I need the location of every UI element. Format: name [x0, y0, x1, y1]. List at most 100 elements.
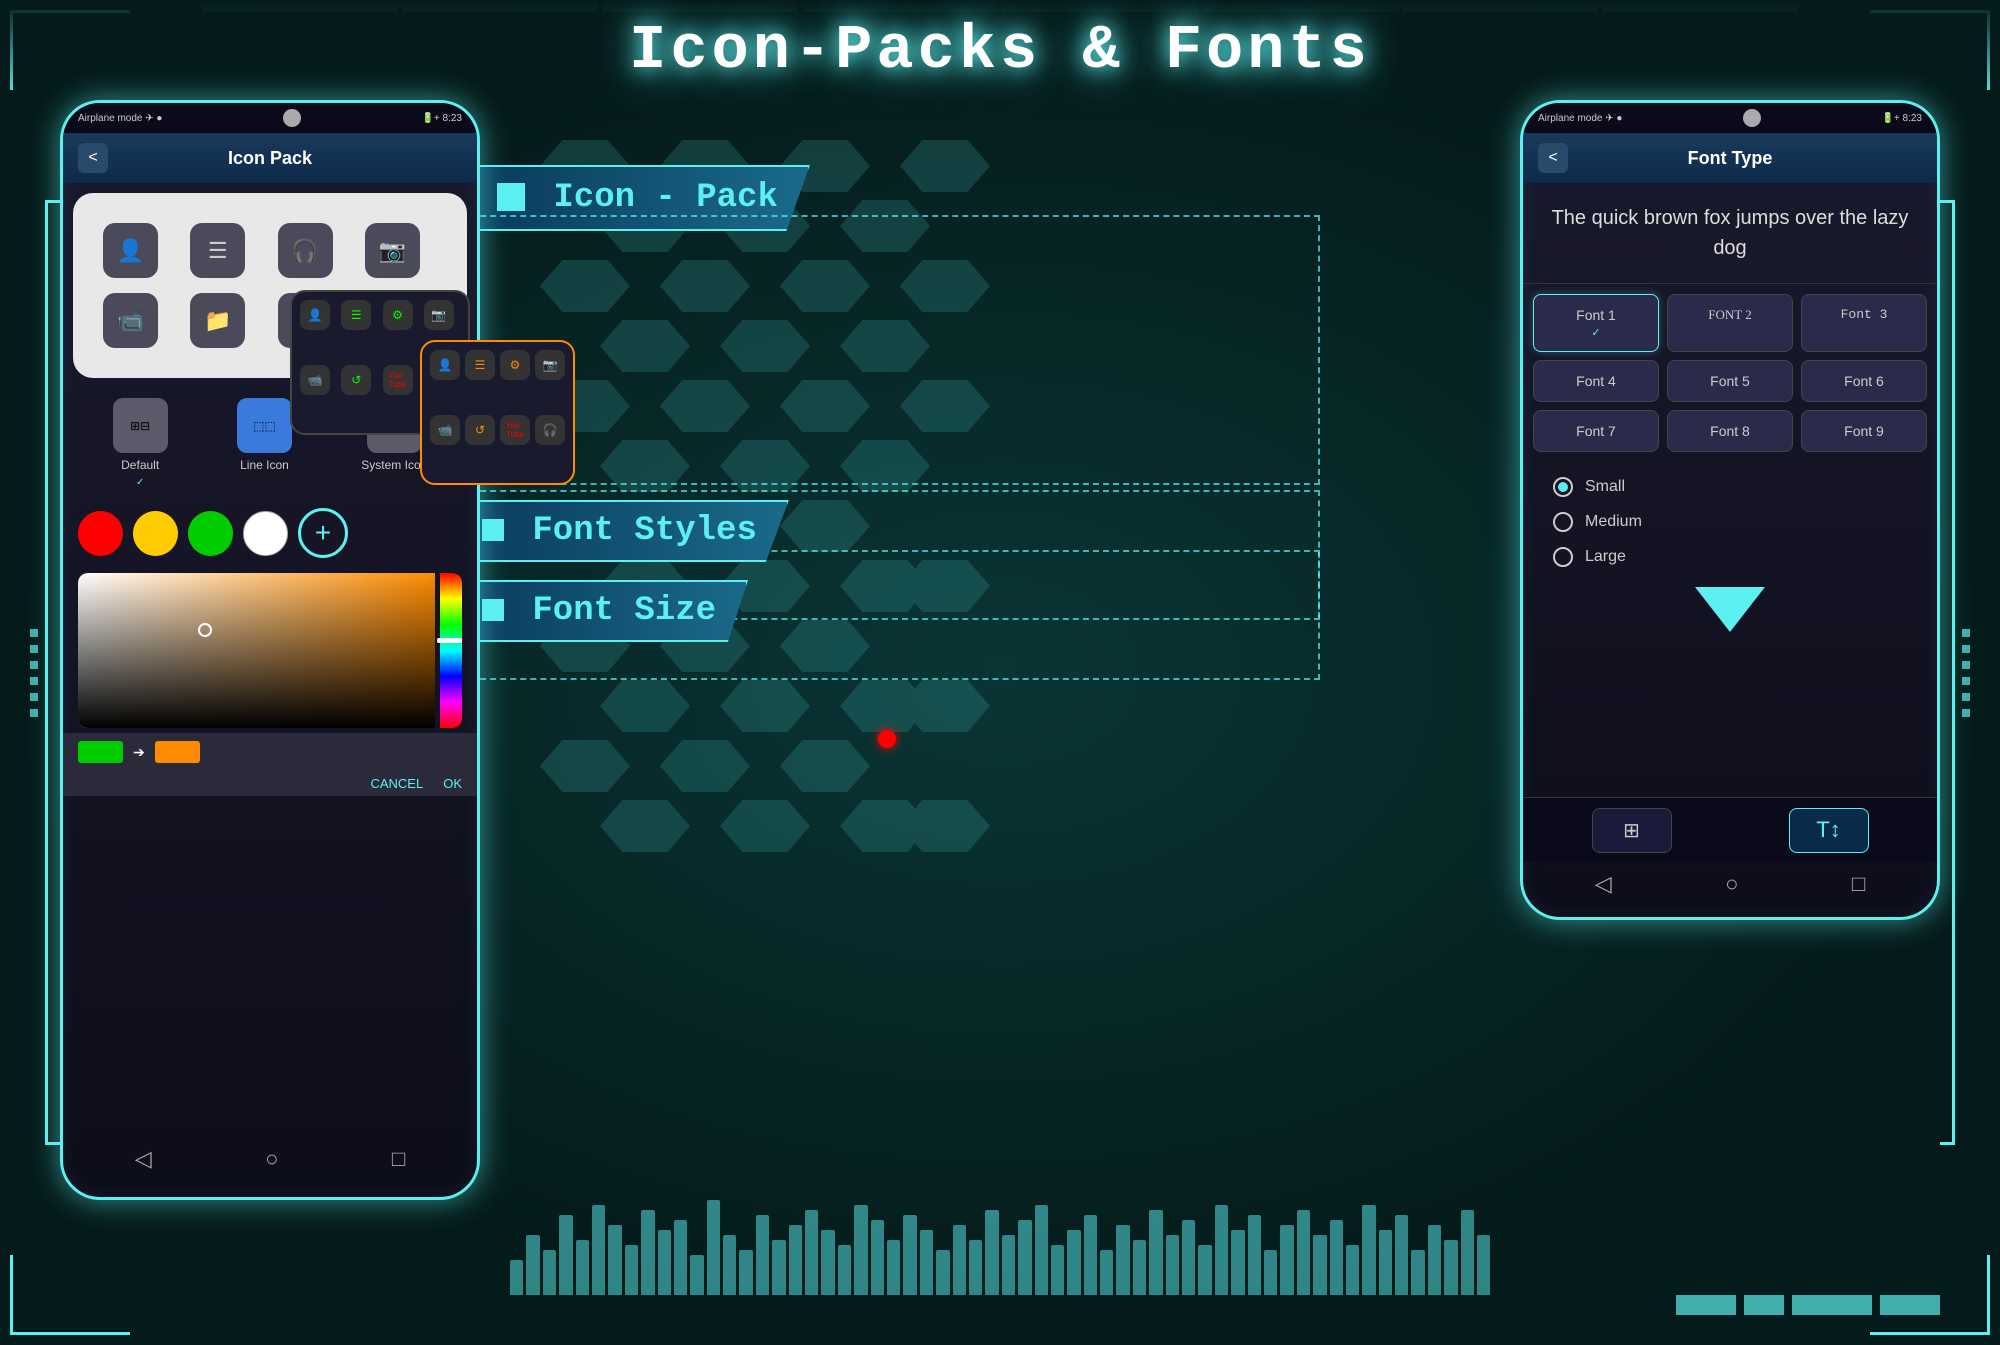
eq-bar — [985, 1210, 998, 1295]
icon-headphone[interactable]: 🎧 — [278, 223, 333, 278]
eq-bar — [1084, 1215, 1097, 1295]
eq-bar — [1116, 1225, 1129, 1295]
nav-recent[interactable]: □ — [392, 1146, 405, 1172]
color-from-to-row: ➔ — [63, 733, 477, 771]
eq-bar — [641, 1210, 654, 1295]
eq-bar — [789, 1225, 802, 1295]
nav-home[interactable]: ○ — [265, 1146, 278, 1172]
font-item-3[interactable]: Font 3 — [1801, 294, 1927, 352]
side-bracket-right — [1940, 200, 1955, 1145]
ok-button[interactable]: OK — [443, 776, 462, 791]
color-to — [155, 741, 200, 763]
color-white[interactable] — [243, 511, 288, 556]
default-label: Default — [121, 458, 159, 472]
eq-bar — [805, 1210, 818, 1295]
color-yellow[interactable] — [133, 511, 178, 556]
eq-bar — [739, 1250, 752, 1295]
bottom-deco-rect — [1744, 1295, 1784, 1315]
nav-back[interactable]: ◁ — [135, 1146, 152, 1172]
size-large[interactable]: Large — [1553, 547, 1907, 567]
color-red[interactable] — [78, 511, 123, 556]
font-item-7[interactable]: Font 7 — [1533, 410, 1659, 452]
system-icon-label: System Icon — [361, 458, 427, 472]
left-header-title: Icon Pack — [118, 148, 422, 169]
eq-bar — [625, 1245, 638, 1295]
font-item-2[interactable]: FONT 2 — [1667, 294, 1793, 352]
right-nav-recent[interactable]: □ — [1852, 871, 1865, 897]
eq-bar — [1166, 1235, 1179, 1295]
eq-bar — [1133, 1240, 1146, 1295]
picker-actions: CANCEL OK — [63, 771, 477, 796]
size-small-label: Small — [1585, 478, 1625, 496]
ov-icon-6: ↺ — [341, 365, 371, 395]
line-icon-label: Line Icon — [240, 458, 289, 472]
bottom-deco-rect — [1676, 1295, 1736, 1315]
right-back-button[interactable]: < — [1538, 143, 1568, 173]
ov-orange-1: 👤 — [430, 350, 460, 380]
eq-bar — [1395, 1215, 1408, 1295]
add-color-button[interactable]: + — [298, 508, 348, 558]
right-nav-back[interactable]: ◁ — [1595, 871, 1612, 897]
eq-bar — [592, 1205, 605, 1295]
left-back-button[interactable]: < — [78, 143, 108, 173]
eq-bar — [1100, 1250, 1113, 1295]
color-from — [78, 741, 123, 763]
font-toolbar-icon: T↕ — [1816, 817, 1840, 843]
ov-orange-3: ⚙ — [500, 350, 530, 380]
color-gradient-canvas[interactable] — [78, 573, 435, 728]
cancel-button[interactable]: CANCEL — [370, 776, 423, 791]
font-size-radio-group: Small Medium Large — [1523, 462, 1937, 582]
eq-bar — [1330, 1220, 1343, 1295]
icon-video[interactable]: 📹 — [103, 293, 158, 348]
size-small[interactable]: Small — [1553, 477, 1907, 497]
font-item-8[interactable]: Font 8 — [1667, 410, 1793, 452]
size-medium[interactable]: Medium — [1553, 512, 1907, 532]
eq-bar — [1379, 1230, 1392, 1295]
arrow-icon: ➔ — [133, 744, 145, 761]
radio-small — [1553, 477, 1573, 497]
eq-bar — [1149, 1210, 1162, 1295]
eq-bar — [772, 1240, 785, 1295]
icon-pack-toolbar-btn[interactable]: ⊞ — [1592, 808, 1672, 853]
font-item-6[interactable]: Font 6 — [1801, 360, 1927, 402]
eq-bar — [1231, 1230, 1244, 1295]
side-bracket-left — [45, 200, 60, 1145]
eq-bar — [1051, 1245, 1064, 1295]
size-medium-label: Medium — [1585, 513, 1642, 531]
ov-icon-5: 📹 — [300, 365, 330, 395]
eq-bar — [871, 1220, 884, 1295]
ov-orange-8: 🎧 — [535, 415, 565, 445]
color-green[interactable] — [188, 511, 233, 556]
font-item-9[interactable]: Font 9 — [1801, 410, 1927, 452]
eq-bar — [1198, 1245, 1211, 1295]
bottom-deco-rect — [1880, 1295, 1940, 1315]
ov-orange-6: ↺ — [465, 415, 495, 445]
size-indicator — [1523, 587, 1937, 632]
default-checkmark: ✓ — [136, 477, 144, 488]
bottom-deco — [1676, 1295, 1940, 1315]
eq-bar — [969, 1240, 982, 1295]
font-item-1[interactable]: Font 1 ✓ — [1533, 294, 1659, 352]
font-item-4[interactable]: Font 4 — [1533, 360, 1659, 402]
left-phone-header: < Icon Pack — [63, 133, 477, 183]
icon-contact[interactable]: 👤 — [103, 223, 158, 278]
icon-pack-dashed-box — [460, 215, 1320, 485]
color-picker-cursor — [198, 623, 212, 637]
font-item-5[interactable]: Font 5 — [1667, 360, 1793, 402]
icon-folder[interactable]: 📁 — [190, 293, 245, 348]
right-nav-home[interactable]: ○ — [1725, 871, 1738, 897]
ov-icon-2: ☰ — [341, 300, 371, 330]
font-toolbar-btn[interactable]: T↕ — [1789, 808, 1869, 853]
line-icon-option[interactable]: ⬚⬚ Line Icon — [237, 398, 292, 488]
icon-messages[interactable]: ☰ — [190, 223, 245, 278]
icon-pack-label: Icon - Pack — [553, 179, 777, 217]
eq-bar — [1411, 1250, 1424, 1295]
icon-camera[interactable]: 📷 — [365, 223, 420, 278]
eq-bar — [1215, 1205, 1228, 1295]
ov-icon-1: 👤 — [300, 300, 330, 330]
color-spectrum-slider[interactable] — [440, 573, 462, 728]
default-icon-option[interactable]: ⊞⊟ Default ✓ — [113, 398, 168, 488]
eq-bar — [1362, 1205, 1375, 1295]
eq-bar — [658, 1230, 671, 1295]
eq-bar — [936, 1250, 949, 1295]
